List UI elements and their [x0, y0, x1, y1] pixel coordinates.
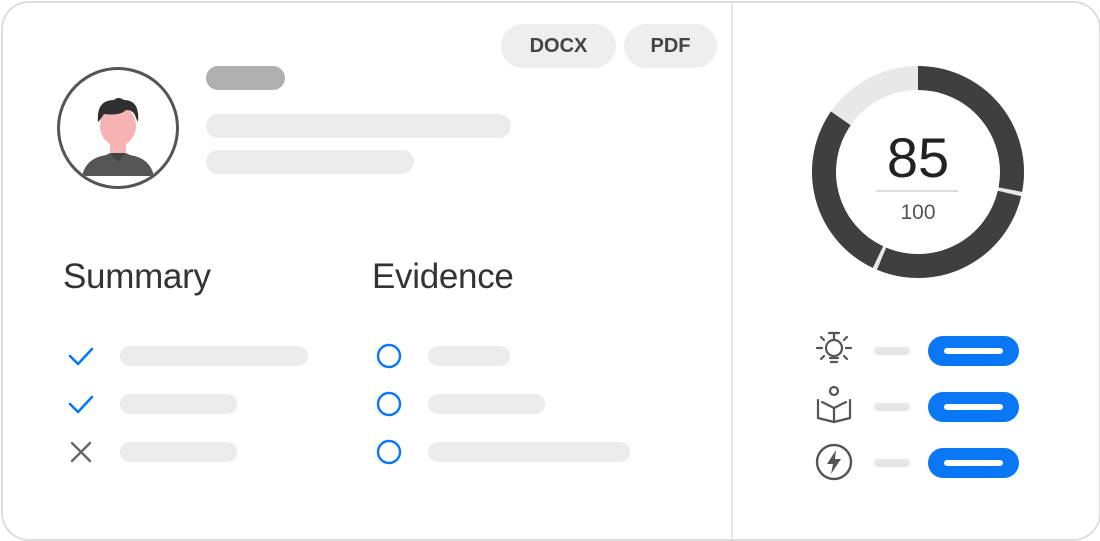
- metric-toggle[interactable]: [928, 448, 1019, 478]
- avatar: [57, 67, 179, 189]
- evidence-heading: Evidence: [372, 257, 514, 296]
- evidence-item-placeholder: [428, 442, 630, 462]
- summary-item-placeholder: [120, 394, 237, 414]
- score-divider: [876, 190, 958, 192]
- profile-name-placeholder: [206, 66, 285, 90]
- panel-divider: [731, 3, 733, 539]
- profile-title-placeholder: [206, 114, 511, 138]
- close-icon: [70, 441, 92, 463]
- score-value: 85: [886, 126, 950, 189]
- lightbulb-icon: [815, 331, 853, 364]
- docx-button[interactable]: DOCX: [501, 24, 616, 68]
- metric-dash: [874, 459, 910, 467]
- radio-circle-icon[interactable]: [375, 438, 403, 466]
- check-icon: [68, 347, 94, 366]
- profile-subtitle-placeholder: [206, 150, 414, 174]
- check-icon: [68, 395, 94, 414]
- summary-heading: Summary: [63, 257, 211, 296]
- profile-card: DOCX PDF Summary Evidence 85 100: [1, 1, 1100, 541]
- person-icon: [82, 98, 154, 176]
- metric-dash: [874, 403, 910, 411]
- metric-dash: [874, 347, 910, 355]
- lightning-icon: [815, 443, 853, 481]
- radio-circle-icon[interactable]: [375, 342, 403, 370]
- pdf-button[interactable]: PDF: [624, 24, 717, 68]
- metric-toggle[interactable]: [928, 336, 1019, 366]
- reading-person-icon: [816, 385, 852, 424]
- summary-item-placeholder: [120, 442, 237, 462]
- evidence-item-placeholder: [428, 346, 510, 366]
- evidence-item-placeholder: [428, 394, 545, 414]
- summary-item-placeholder: [120, 346, 308, 366]
- score-max: 100: [900, 201, 936, 224]
- metric-toggle[interactable]: [928, 392, 1019, 422]
- radio-circle-icon[interactable]: [375, 390, 403, 418]
